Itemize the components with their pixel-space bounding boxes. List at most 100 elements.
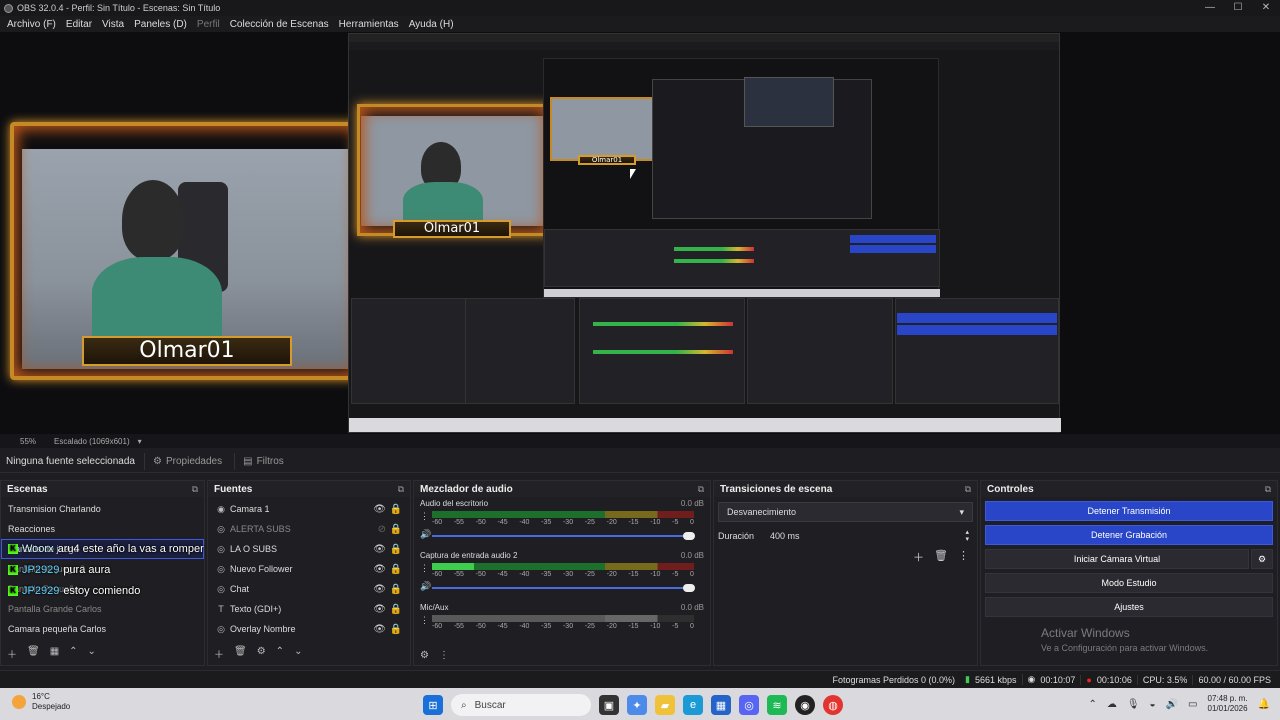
- move-up-icon[interactable]: ⌃: [69, 646, 77, 661]
- menu-perfil[interactable]: Perfil: [192, 19, 225, 30]
- visibility-icon[interactable]: 👁: [373, 564, 386, 575]
- source-row[interactable]: ◎ LA O SUBS 👁 🔒: [212, 539, 410, 559]
- spotify-icon[interactable]: ≋: [767, 695, 787, 715]
- edge-icon[interactable]: e: [683, 695, 703, 715]
- maximize-button[interactable]: ☐: [1224, 0, 1252, 16]
- undock-icon[interactable]: ⧉: [398, 484, 404, 495]
- lock-icon[interactable]: 🔒: [390, 544, 402, 555]
- notification-icon[interactable]: 🔔: [1258, 699, 1270, 710]
- copilot-icon[interactable]: ✦: [627, 695, 647, 715]
- advanced-audio-icon[interactable]: ⚙: [420, 650, 429, 661]
- volume-knob[interactable]: [683, 532, 695, 540]
- lock-icon[interactable]: 🔒: [390, 584, 402, 595]
- tray-volume-icon[interactable]: 🔊: [1166, 699, 1178, 710]
- volume-slider[interactable]: [432, 584, 695, 592]
- visibility-icon[interactable]: 👁: [373, 584, 386, 595]
- filter-scene-icon[interactable]: ▦: [50, 646, 59, 661]
- channel-menu-icon[interactable]: ⋮: [420, 615, 429, 626]
- move-up-icon[interactable]: ⌃: [276, 646, 284, 661]
- taskbar-clock[interactable]: 07:48 p. m. 01/01/2026: [1208, 694, 1248, 714]
- undock-icon[interactable]: ⧉: [965, 484, 971, 495]
- undock-icon[interactable]: ⧉: [192, 484, 198, 495]
- menu-ayuda[interactable]: Ayuda (H): [404, 19, 459, 30]
- volume-slider[interactable]: [432, 532, 695, 540]
- visibility-icon[interactable]: 👁: [373, 624, 386, 635]
- add-transition-icon[interactable]: ＋: [913, 549, 924, 565]
- remove-transition-icon[interactable]: 🗑: [934, 549, 948, 565]
- visibility-icon[interactable]: 👁: [373, 544, 386, 555]
- mixer-menu-icon[interactable]: ⋮: [439, 650, 449, 661]
- source-row[interactable]: ◎ Nuevo Follower 👁 🔒: [212, 559, 410, 579]
- start-virtual-camera-button[interactable]: Iniciar Cámara Virtual: [985, 549, 1249, 569]
- lock-icon[interactable]: 🔒: [390, 564, 402, 575]
- lock-icon[interactable]: 🔒: [390, 504, 402, 515]
- filters-button[interactable]: ▤ Filtros: [234, 453, 292, 470]
- scale-dropdown-icon[interactable]: ▾: [138, 437, 142, 446]
- scene-item[interactable]: Pantalla Grande Carlos: [1, 599, 204, 619]
- scene-item[interactable]: Camara pequeña Carlos: [1, 619, 204, 639]
- stop-recording-button[interactable]: Detener Grabación: [985, 525, 1273, 545]
- visibility-off-icon[interactable]: ⊘: [378, 524, 386, 535]
- duration-spinbox[interactable]: 400 ms ▴ ▾: [766, 527, 973, 545]
- speaker-icon[interactable]: 🔊: [420, 581, 431, 592]
- speaker-icon[interactable]: 🔊: [420, 529, 431, 540]
- windows-start-icon[interactable]: ⊞: [423, 695, 443, 715]
- visibility-icon[interactable]: 👁: [373, 604, 386, 615]
- add-source-icon[interactable]: ＋: [214, 646, 224, 661]
- transition-menu-icon[interactable]: ⋮: [958, 549, 969, 565]
- stop-streaming-button[interactable]: Detener Transmisión: [985, 501, 1273, 521]
- menu-coleccion[interactable]: Colección de Escenas: [225, 19, 334, 30]
- menu-vista[interactable]: Vista: [97, 19, 129, 30]
- volume-knob[interactable]: [683, 584, 695, 592]
- task-view-icon[interactable]: ▣: [599, 695, 619, 715]
- source-row[interactable]: T Texto (GDI+) 👁 🔒: [212, 599, 410, 619]
- channel-menu-icon[interactable]: ⋮: [420, 511, 429, 522]
- tray-chevron-icon[interactable]: ⌃: [1088, 699, 1096, 710]
- virtual-camera-settings-icon[interactable]: ⚙: [1251, 549, 1273, 569]
- menu-archivo[interactable]: Archivo (F): [2, 19, 61, 30]
- undock-icon[interactable]: ⧉: [698, 484, 704, 495]
- properties-button[interactable]: ⚙ Propiedades: [144, 453, 230, 470]
- preview-zoom[interactable]: 55%: [20, 437, 36, 446]
- obs-icon[interactable]: ◉: [795, 695, 815, 715]
- source-row[interactable]: ◎ ALERTA SUBS ⊘ 🔒: [212, 519, 410, 539]
- file-explorer-icon[interactable]: ▰: [655, 695, 675, 715]
- menu-paneles[interactable]: Paneles (D): [129, 19, 192, 30]
- discord-icon[interactable]: ◎: [739, 695, 759, 715]
- source-row[interactable]: ◎ Overlay Nombre 👁 🔒: [212, 619, 410, 639]
- source-row[interactable]: ◎ Chat 👁 🔒: [212, 579, 410, 599]
- settings-button[interactable]: Ajustes: [985, 597, 1273, 617]
- add-scene-icon[interactable]: ＋: [7, 646, 17, 661]
- remove-scene-icon[interactable]: 🗑: [27, 646, 40, 661]
- source-settings-icon[interactable]: ⚙: [257, 646, 266, 661]
- weather-widget[interactable]: 16°C Despejado: [12, 692, 70, 712]
- menu-editar[interactable]: Editar: [61, 19, 97, 30]
- tray-wifi-icon[interactable]: ◒: [1150, 699, 1156, 710]
- chrome-icon[interactable]: ◍: [823, 695, 843, 715]
- spin-arrows-icon[interactable]: ▴ ▾: [965, 529, 969, 543]
- lock-icon[interactable]: 🔒: [390, 624, 402, 635]
- menu-herramientas[interactable]: Herramientas: [334, 19, 404, 30]
- preview-scale[interactable]: Escalado (1069x601): [54, 437, 130, 446]
- close-button[interactable]: ✕: [1252, 0, 1280, 16]
- studio-mode-button[interactable]: Modo Estudio: [985, 573, 1273, 593]
- source-row[interactable]: ◉ Camara 1 👁 🔒: [212, 499, 410, 519]
- scene-item[interactable]: Transmision Charlando: [1, 499, 204, 519]
- scene-item[interactable]: Reacciones: [1, 519, 204, 539]
- tray-mic-icon[interactable]: 🎙: [1127, 699, 1140, 710]
- store-icon[interactable]: ▦: [711, 695, 731, 715]
- preview-canvas[interactable]: 55 Olmar01 Olmar01 Olmar01: [0, 32, 1280, 434]
- taskbar-search[interactable]: ⌕ Buscar: [451, 694, 591, 716]
- channel-menu-icon[interactable]: ⋮: [420, 563, 429, 574]
- tray-app-icon[interactable]: ☁: [1107, 699, 1117, 710]
- move-down-icon[interactable]: ⌄: [294, 646, 302, 661]
- tray-battery-icon[interactable]: ▭: [1188, 699, 1197, 710]
- move-down-icon[interactable]: ⌄: [88, 646, 96, 661]
- minimize-button[interactable]: —: [1196, 0, 1224, 16]
- remove-source-icon[interactable]: 🗑: [234, 646, 247, 661]
- undock-icon[interactable]: ⧉: [1265, 484, 1271, 495]
- visibility-icon[interactable]: 👁: [373, 504, 386, 515]
- transition-select[interactable]: Desvanecimiento ▾: [718, 502, 973, 522]
- lock-icon[interactable]: 🔒: [390, 524, 402, 535]
- lock-icon[interactable]: 🔒: [390, 604, 402, 615]
